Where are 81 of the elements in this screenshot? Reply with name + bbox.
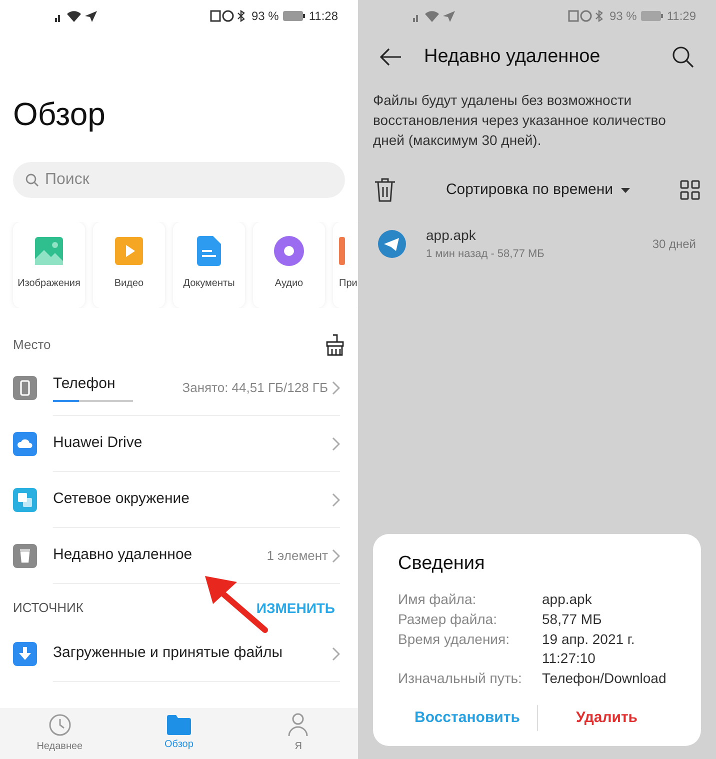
row-label: Сетевое окружение <box>53 489 190 510</box>
battery-icon <box>640 11 663 21</box>
phone-icon <box>13 376 37 400</box>
caret-icon <box>621 188 630 192</box>
image-icon <box>35 237 63 265</box>
category-tile[interactable]: Документы <box>173 222 245 308</box>
nav-tab[interactable]: Недавнее <box>20 713 100 754</box>
section-heading: ИСТОЧНИК <box>13 599 84 618</box>
notice-text: Файлы будут удалены без возможности восстановления через указанное количество дней (максимум 30 дней). <box>372 91 667 150</box>
paper-plane-icon <box>378 230 406 258</box>
status-icons <box>210 10 248 22</box>
storage-row[interactable]: Загруженные и принятые файлы <box>0 626 358 682</box>
clock-icon <box>48 713 72 737</box>
battery-percent: 93 % <box>252 8 279 25</box>
trash-icon[interactable] <box>374 178 396 202</box>
category-label: Видео <box>114 277 144 291</box>
category-tile[interactable]: Аудио <box>253 222 325 308</box>
category-tile[interactable]: Видео <box>93 222 165 308</box>
storage-row[interactable]: Телефон Занято: 44,51 ГБ/128 ГБ <box>0 360 358 416</box>
document-icon <box>197 236 221 266</box>
category-label: Документы <box>183 277 235 291</box>
row-label: Недавно удаленное <box>53 545 192 566</box>
back-arrow-icon[interactable] <box>380 48 402 66</box>
battery-icon <box>282 11 305 21</box>
detail-label: Изначальный путь: <box>398 669 523 688</box>
trash-icon <box>13 544 37 568</box>
chevron-right-icon <box>332 548 340 562</box>
battery-percent: 93 % <box>610 8 637 25</box>
category-tile[interactable]: При <box>333 222 358 308</box>
signal-wifi-icon <box>55 10 97 22</box>
chevron-right-icon <box>332 646 340 660</box>
category-label: Аудио <box>274 277 304 291</box>
disc-icon <box>274 236 304 266</box>
row-label: Телефон <box>53 374 116 394</box>
file-meta: 1 мин назад - 58,77 МБ <box>426 247 546 262</box>
file-row[interactable]: app.apk 1 мин назад - 58,77 МБ 30 дней <box>358 216 716 272</box>
network-icon <box>13 488 37 512</box>
row-label: Huawei Drive <box>53 433 142 454</box>
row-label: Загруженные и принятые файлы <box>53 643 283 664</box>
status-time: 11:29 <box>666 8 696 25</box>
nav-tab[interactable]: Я <box>258 713 338 754</box>
category-label: При <box>339 277 358 291</box>
cloud-icon <box>13 432 37 456</box>
search-input[interactable]: Поиск <box>45 168 333 192</box>
storage-row[interactable]: Сетевое окружение <box>0 472 358 528</box>
status-icons <box>568 10 606 22</box>
file-name: app.apk <box>426 226 477 246</box>
chevron-right-icon <box>332 492 340 506</box>
play-icon <box>115 237 143 265</box>
app-icon <box>339 237 345 265</box>
delete-button[interactable]: Удалить <box>538 706 676 730</box>
row-detail: 1 элемент <box>266 546 328 565</box>
detail-value: 58,77 МБ <box>542 610 603 629</box>
search-icon[interactable] <box>672 46 694 68</box>
detail-label: Имя файла: <box>398 590 478 609</box>
category-tile[interactable]: Изображения <box>13 222 85 308</box>
days-left: 30 дней <box>652 236 696 253</box>
storage-row[interactable]: Huawei Drive <box>0 416 358 472</box>
broom-icon <box>325 334 345 356</box>
detail-value: 19 апр. 2021 г. 11:27:10 <box>542 630 636 668</box>
folder-icon <box>166 715 191 735</box>
row-detail: Занято: 44,51 ГБ/128 ГБ <box>182 378 328 397</box>
chevron-right-icon <box>332 380 340 394</box>
sort-dropdown[interactable]: Сортировка по времени <box>396 178 680 202</box>
category-label: Изображения <box>18 277 80 291</box>
screen-title: Недавно удаленное <box>424 44 602 69</box>
person-icon <box>288 713 308 737</box>
status-time: 11:28 <box>308 8 338 25</box>
page-title: Обзор <box>12 95 106 134</box>
chevron-right-icon <box>332 436 340 450</box>
search-icon <box>25 173 39 187</box>
section-heading: Место <box>13 336 51 354</box>
grid-icon[interactable] <box>680 180 700 200</box>
signal-wifi-icon <box>413 10 455 22</box>
dialog-title: Сведения <box>398 552 486 576</box>
download-icon <box>13 642 37 666</box>
detail-value: app.apk <box>542 590 593 609</box>
detail-value: Телефон/Download <box>542 669 668 688</box>
detail-label: Размер файла: <box>398 610 498 629</box>
search-field[interactable]: Поиск <box>13 162 345 198</box>
detail-label: Время удаления: <box>398 630 510 649</box>
